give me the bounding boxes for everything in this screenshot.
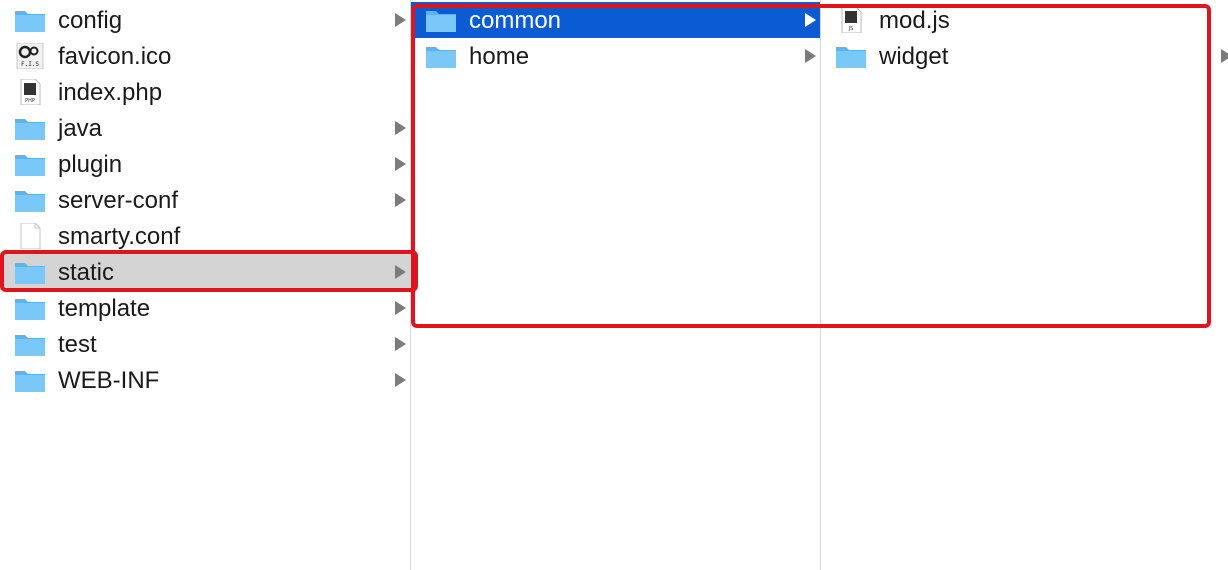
php-file-icon: PHP [20, 79, 41, 105]
item-label: java [58, 115, 103, 142]
chevron-right-icon [1221, 49, 1228, 63]
list-item-plugin[interactable]: plugin [0, 146, 410, 182]
finder-column-view: config F.I.S favicon.ico PHP index.php j… [0, 0, 1228, 570]
chevron-right-icon [395, 121, 406, 135]
item-label: index.php [58, 79, 163, 106]
item-label: server-conf [58, 187, 179, 214]
list-item-web-inf[interactable]: WEB-INF [0, 362, 410, 398]
folder-icon [15, 191, 45, 212]
chevron-right-icon [395, 265, 406, 279]
list-item-favicon[interactable]: F.I.S favicon.ico [0, 38, 410, 74]
chevron-right-icon [395, 193, 406, 207]
list-item-common[interactable]: common [411, 2, 820, 38]
item-label: plugin [58, 151, 123, 178]
list-item-mod-js[interactable]: JS mod.js [821, 2, 1228, 38]
item-label: favicon.ico [58, 43, 172, 70]
chevron-right-icon [395, 373, 406, 387]
folder-icon [15, 119, 45, 140]
chevron-right-icon [395, 301, 406, 315]
list-item-home[interactable]: home [411, 38, 820, 74]
list-item-template[interactable]: template [0, 290, 410, 326]
column-static[interactable]: common home [411, 0, 820, 570]
folder-icon [15, 371, 45, 392]
php-glyph-text: PHP [25, 98, 35, 104]
chevron-right-icon [395, 157, 406, 171]
list-item-widget[interactable]: widget [821, 38, 1228, 74]
folder-icon [836, 47, 866, 68]
chevron-right-icon [395, 13, 406, 27]
folder-icon [426, 47, 456, 68]
item-label: widget [879, 43, 949, 70]
list-item-static[interactable]: static [0, 254, 410, 290]
item-label: WEB-INF [58, 367, 160, 394]
folder-icon [15, 299, 45, 320]
list-item-config[interactable]: config [0, 2, 410, 38]
item-label: common [469, 7, 562, 34]
list-item-test[interactable]: test [0, 326, 410, 362]
text-file-icon [20, 223, 41, 249]
folder-icon [15, 11, 45, 32]
column-common[interactable]: JS mod.js widget [821, 0, 1228, 570]
list-item-server-conf[interactable]: server-conf [0, 182, 410, 218]
item-label: test [58, 331, 97, 358]
folder-icon [15, 335, 45, 356]
folder-icon [15, 263, 45, 284]
fis-favicon-icon: F.I.S [16, 43, 44, 69]
chevron-right-icon [805, 13, 816, 27]
item-label: static [58, 259, 115, 286]
list-item-java[interactable]: java [0, 110, 410, 146]
list-item-smarty-conf[interactable]: smarty.conf [0, 218, 410, 254]
chevron-right-icon [395, 337, 406, 351]
js-file-icon: JS [841, 7, 862, 33]
item-label: mod.js [879, 7, 950, 34]
list-item-index-php[interactable]: PHP index.php [0, 74, 410, 110]
folder-icon [426, 11, 456, 32]
item-label: home [469, 43, 530, 70]
js-glyph-text: JS [848, 26, 854, 32]
column-root[interactable]: config F.I.S favicon.ico PHP index.php j… [0, 0, 410, 570]
favicon-glyph-text: F.I.S [21, 61, 39, 68]
folder-icon [15, 155, 45, 176]
item-label: smarty.conf [58, 223, 181, 250]
item-label: template [58, 295, 151, 322]
chevron-right-icon [805, 49, 816, 63]
item-label: config [58, 7, 123, 34]
